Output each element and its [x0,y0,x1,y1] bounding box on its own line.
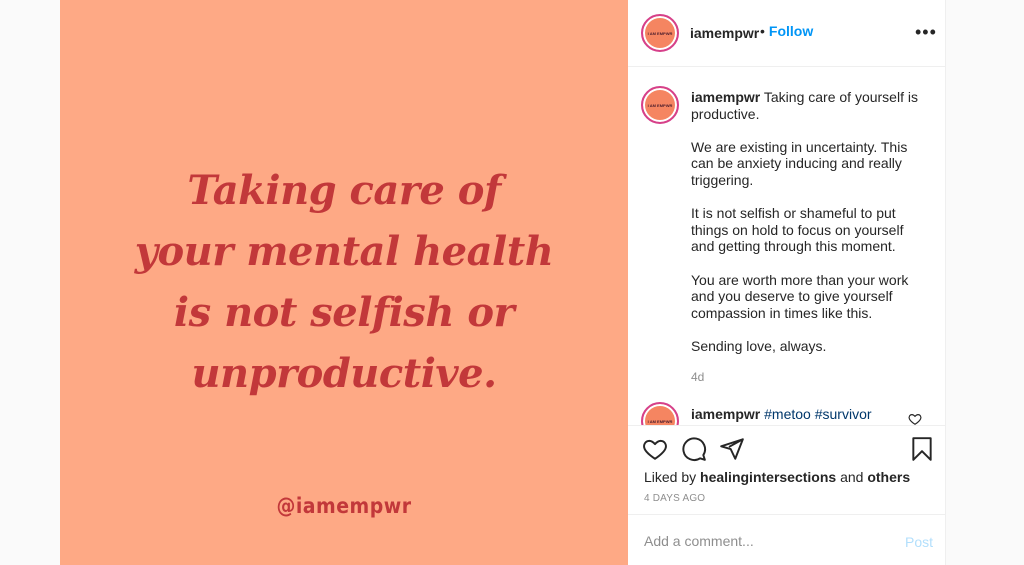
avatar-text: I AM EMPWR [647,30,673,36]
caption-paragraph: We are existing in uncertainty. This can… [691,138,908,188]
post-header: I AM EMPWR iamempwr • Follow ••• [628,0,946,67]
post-side-panel: I AM EMPWR iamempwr • Follow ••• I AM EMP… [628,0,946,565]
comment-input[interactable]: Add a comment... [644,533,754,549]
avatar-text: I AM EMPWR [647,418,673,424]
liked-by-others[interactable]: others [867,469,910,485]
header-username[interactable]: iamempwr [690,25,759,41]
avatar-text: I AM EMPWR [647,102,673,108]
comment-username[interactable]: iamempwr [691,406,760,422]
post-image[interactable]: Taking care of your mental health is not… [60,0,628,565]
more-options-icon[interactable]: ••• [915,22,937,43]
likes-prefix: Liked by [644,469,697,485]
likes-summary: Liked by healingintersections and others [644,469,910,485]
caption-paragraph: Sending love, always. [691,337,827,354]
comments-section[interactable]: I AM EMPWR iamempwr Taking care of yours… [628,67,946,425]
comment-hashtags[interactable]: #metoo #survivor [764,406,871,422]
avatar[interactable]: I AM EMPWR [641,402,679,425]
separator-dot: • [760,23,765,39]
caption-time[interactable]: 4d [691,370,704,384]
quote-line: is not selfish or [173,289,515,336]
comment-icon[interactable] [681,436,707,462]
caption-paragraph: It is not selfish or shameful to put thi… [691,205,904,255]
liked-by-user[interactable]: healingintersections [700,469,836,485]
action-bar: Liked by healingintersections and others… [628,425,946,515]
follow-button[interactable]: • Follow [760,23,813,39]
quote-line: your mental health [134,228,554,275]
heart-icon[interactable] [642,436,668,462]
avatar[interactable]: I AM EMPWR [641,86,679,124]
comment-heart-icon[interactable] [908,412,922,425]
image-handle: @iamempwr [276,494,412,518]
caption-paragraph: You are worth more than your work and yo… [691,271,909,321]
quote-line: Taking care of [187,167,501,214]
post-date[interactable]: 4 DAYS AGO [644,493,705,504]
quote-line: unproductive. [191,350,497,397]
caption-username[interactable]: iamempwr [691,89,760,105]
instagram-post-view: Taking care of your mental health is not… [0,0,1024,565]
likes-and: and [840,469,864,485]
post-comment-button[interactable]: Post [905,534,933,550]
follow-label: Follow [768,23,814,39]
bookmark-icon[interactable] [909,436,935,462]
comment-row: iamempwr #metoo #survivor [691,406,872,422]
caption: iamempwr Taking care of yourself is prod… [691,89,927,371]
avatar[interactable]: I AM EMPWR [641,14,679,52]
quote-text: Taking care of your mental health is not… [60,160,628,404]
comment-form: Add a comment... Post [628,514,946,565]
share-icon[interactable] [719,436,745,462]
